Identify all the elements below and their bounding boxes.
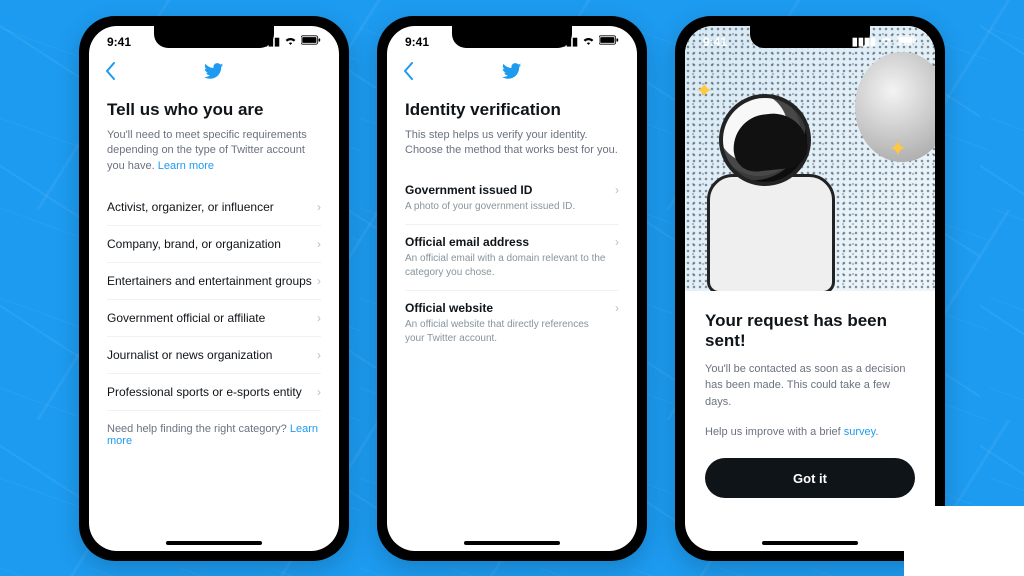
method-desc: An official email with a domain relevant… (405, 252, 607, 280)
category-label: Activist, organizer, or influencer (107, 200, 274, 214)
category-label: Company, brand, or organization (107, 237, 281, 251)
corner-overlay (904, 506, 1024, 576)
page-title: Your request has been sent! (705, 311, 915, 351)
wifi-icon (582, 35, 595, 48)
star-icon: ✦ (695, 78, 713, 104)
category-label: Journalist or news organization (107, 348, 272, 362)
category-row[interactable]: Professional sports or e-sports entity › (107, 374, 321, 411)
category-row[interactable]: Journalist or news organization › (107, 337, 321, 374)
battery-icon (897, 35, 917, 48)
category-row[interactable]: Entertainers and entertainment groups › (107, 263, 321, 300)
verification-method[interactable]: Government issued ID A photo of your gov… (405, 173, 619, 225)
content-area: Identity verification This step helps us… (387, 90, 637, 551)
category-label: Professional sports or e-sports entity (107, 385, 302, 399)
battery-icon (301, 35, 321, 48)
phone-screen-1: 9:41 ▮▮▮▮ Tell us who you are (89, 26, 339, 551)
chevron-right-icon: › (615, 183, 619, 197)
chevron-right-icon: › (317, 237, 321, 251)
home-indicator[interactable] (166, 541, 262, 545)
phone-screen-3: 9:41 ▮▮▮▮ ✦ ✦ (685, 26, 935, 551)
content-area: Your request has been sent! You'll be co… (685, 291, 935, 499)
page-subtitle: You'll need to meet specific requirement… (107, 128, 321, 176)
wifi-icon (880, 35, 893, 48)
category-row[interactable]: Government official or affiliate › (107, 300, 321, 337)
nav-bar (387, 58, 637, 90)
phone-frame-1: 9:41 ▮▮▮▮ Tell us who you are (79, 16, 349, 561)
page-subtitle: This step helps us verify your identity.… (405, 128, 619, 160)
twitter-logo-icon (204, 63, 224, 85)
page-title: Identity verification (405, 100, 619, 120)
survey-text: Help us improve with a brief survey. (705, 426, 915, 438)
status-time: 9:41 (703, 35, 727, 49)
back-button[interactable] (403, 62, 423, 85)
page-title: Tell us who you are (107, 100, 321, 120)
help-text: Need help finding the right category? Le… (107, 411, 321, 447)
chevron-right-icon: › (317, 385, 321, 399)
status-icons: ▮▮▮▮ (852, 35, 917, 48)
content-area: Tell us who you are You'll need to meet … (89, 90, 339, 551)
chevron-right-icon: › (317, 311, 321, 325)
learn-more-link[interactable]: Learn more (158, 160, 214, 172)
notch (154, 26, 274, 48)
status-time: 9:41 (107, 35, 131, 49)
status-bar: 9:41 ▮▮▮▮ (685, 26, 935, 58)
category-row[interactable]: Activist, organizer, or influencer › (107, 189, 321, 226)
method-label: Official website (405, 301, 607, 315)
astronaut-graphic (707, 94, 837, 284)
home-indicator[interactable] (762, 541, 858, 545)
category-label: Entertainers and entertainment groups (107, 274, 312, 288)
phone-screen-2: 9:41 ▮▮▮▮ Identity verification Thi (387, 26, 637, 551)
star-icon: ✦ (889, 136, 907, 162)
phone-frame-2: 9:41 ▮▮▮▮ Identity verification Thi (377, 16, 647, 561)
twitter-logo-icon (502, 63, 522, 85)
battery-icon (599, 35, 619, 48)
chevron-right-icon: › (615, 301, 619, 315)
survey-link[interactable]: survey (844, 426, 876, 438)
category-label: Government official or affiliate (107, 311, 265, 325)
method-label: Official email address (405, 235, 607, 249)
method-desc: A photo of your government issued ID. (405, 200, 607, 214)
verification-method[interactable]: Official email address An official email… (405, 225, 619, 291)
method-desc: An official website that directly refere… (405, 318, 607, 346)
verification-method[interactable]: Official website An official website tha… (405, 291, 619, 356)
home-indicator[interactable] (464, 541, 560, 545)
nav-bar (89, 58, 339, 90)
hero-illustration: 9:41 ▮▮▮▮ ✦ ✦ (685, 26, 935, 291)
category-row[interactable]: Company, brand, or organization › (107, 226, 321, 263)
page-description: You'll be contacted as soon as a decisio… (705, 361, 915, 411)
phone-frame-3: 9:41 ▮▮▮▮ ✦ ✦ (675, 16, 945, 561)
chevron-right-icon: › (317, 348, 321, 362)
wifi-icon (284, 35, 297, 48)
signal-icon: ▮▮▮▮ (852, 35, 876, 48)
chevron-right-icon: › (317, 274, 321, 288)
notch (452, 26, 572, 48)
got-it-button[interactable]: Got it (705, 458, 915, 498)
chevron-right-icon: › (615, 235, 619, 249)
status-time: 9:41 (405, 35, 429, 49)
method-label: Government issued ID (405, 183, 607, 197)
chevron-right-icon: › (317, 200, 321, 214)
back-button[interactable] (105, 62, 125, 85)
